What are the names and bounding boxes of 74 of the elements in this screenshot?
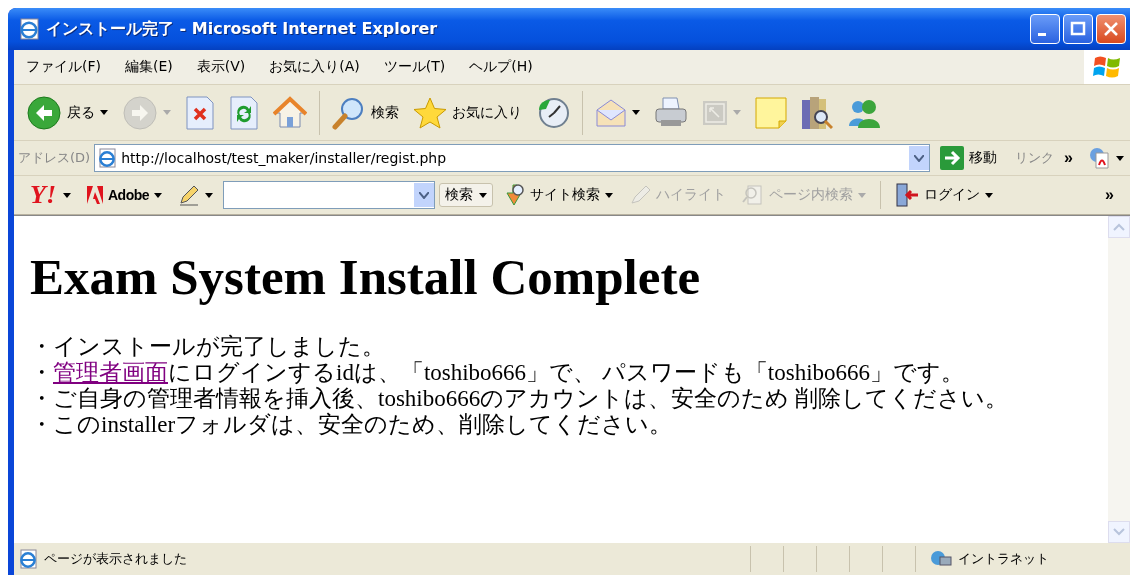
- caret-icon[interactable]: [605, 192, 614, 198]
- people-icon: [847, 97, 881, 128]
- stop-icon: [185, 95, 215, 130]
- caret-icon[interactable]: [479, 192, 488, 198]
- close-button[interactable]: [1096, 14, 1126, 44]
- chevron-button[interactable]: »: [1058, 149, 1079, 167]
- minimize-button[interactable]: [1030, 14, 1060, 44]
- menu-item[interactable]: 表示(V): [184, 58, 258, 76]
- search-icon: [503, 183, 526, 207]
- adobe-button[interactable]: Adobe: [81, 184, 169, 206]
- links-label: リンク: [1015, 149, 1055, 167]
- caret-icon[interactable]: [63, 192, 71, 198]
- window-title: インストール完了 - Microsoft Internet Explorer: [46, 18, 439, 40]
- close-icon: [1103, 21, 1119, 37]
- yahoo-button[interactable]: Y!: [22, 178, 77, 212]
- back-button[interactable]: 戻る: [20, 92, 114, 133]
- caret-icon[interactable]: [985, 192, 994, 198]
- dropdown-button[interactable]: [909, 146, 930, 170]
- forward-icon: [122, 94, 158, 131]
- windows-logo-icon: [1093, 54, 1121, 80]
- pdf-icon: [1089, 147, 1111, 169]
- maximize-icon: [1070, 21, 1086, 37]
- page-icon: [97, 148, 118, 168]
- site-search-button[interactable]: サイト検索: [497, 181, 620, 209]
- caret-icon[interactable]: [205, 192, 214, 198]
- caret-icon[interactable]: [632, 110, 640, 115]
- menu-item[interactable]: お気に入り(A): [257, 58, 372, 76]
- zone-text: イントラネット: [958, 550, 1049, 568]
- caret-icon[interactable]: [100, 110, 108, 115]
- fullscreen-icon: [702, 99, 728, 126]
- home-icon: [273, 95, 307, 130]
- page-icon: [18, 549, 38, 569]
- refresh-icon: [229, 95, 259, 130]
- envelope-icon: [595, 97, 627, 128]
- chevron-down-icon: [419, 191, 430, 199]
- caret-icon[interactable]: [1116, 155, 1124, 161]
- menu-item[interactable]: ファイル(F): [14, 58, 113, 76]
- menu-item[interactable]: ヘルプ(H): [457, 58, 545, 76]
- menu-item[interactable]: 編集(E): [113, 58, 185, 76]
- address-label: アドレス(D): [18, 149, 91, 167]
- search-button[interactable]: 検索: [326, 93, 405, 132]
- back-icon: [26, 94, 62, 131]
- address-field[interactable]: http://localhost/test_maker/installer/regist.php: [94, 144, 931, 172]
- admin-link[interactable]: 管理者画面: [53, 360, 168, 385]
- bullet-text: ・このinstallerフォルダは、安全のため、削除してください。: [30, 412, 674, 438]
- bullet-text: ・ご自身の管理者情報を挿入後、toshibo666のアカウントは、安全のため 削除してください。: [30, 386, 1009, 412]
- search-field[interactable]: [223, 181, 436, 209]
- books-icon: [801, 95, 833, 130]
- caret-icon[interactable]: [154, 192, 163, 198]
- star-icon: [413, 95, 447, 130]
- bullet-text: ・インストールが完了しました。: [30, 334, 386, 360]
- network-icon: [930, 549, 952, 569]
- adobe-logo-icon: [87, 186, 103, 204]
- history-icon: [536, 95, 570, 130]
- bullet-text: ・管理者画面にログインするidは、「toshibo666」で、 パスワードも「toshibo666」です。: [30, 360, 966, 386]
- highlighter-icon: [629, 184, 652, 206]
- minimize-icon: [1038, 33, 1046, 36]
- chevron-down-icon: [914, 154, 925, 162]
- login-button[interactable]: ログイン: [889, 181, 1000, 209]
- door-icon: [895, 183, 920, 207]
- chevron-button[interactable]: »: [1099, 186, 1120, 204]
- maximize-button[interactable]: [1063, 14, 1093, 44]
- browser-icon: [18, 18, 40, 40]
- pencil-icon: [178, 184, 201, 206]
- note-icon: [755, 96, 787, 129]
- status-text: ページが表示されました: [44, 550, 188, 568]
- favorites-button[interactable]: お気に入り: [407, 93, 528, 132]
- dropdown-button[interactable]: [414, 183, 435, 207]
- page-heading: Exam System Install Complete: [30, 248, 702, 306]
- go-button[interactable]: 移動: [934, 144, 1004, 172]
- search-icon: [332, 95, 366, 130]
- menu-item[interactable]: ツール(T): [371, 58, 458, 76]
- magnifier-icon: [742, 184, 765, 206]
- search-button[interactable]: 検索: [439, 183, 494, 207]
